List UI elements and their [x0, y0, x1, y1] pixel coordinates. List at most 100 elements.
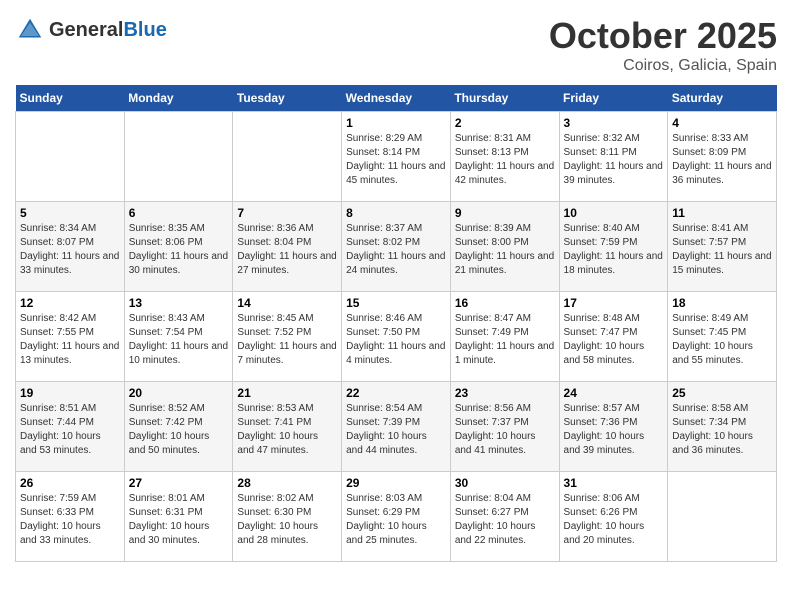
day-info: Sunrise: 8:51 AM Sunset: 7:44 PM Dayligh…	[20, 402, 120, 458]
calendar-cell: 4Sunrise: 8:33 AM Sunset: 8:09 PM Daylig…	[668, 112, 777, 202]
day-number: 26	[20, 476, 120, 490]
day-number: 2	[455, 116, 555, 130]
calendar-cell	[233, 112, 342, 202]
day-info: Sunrise: 8:49 AM Sunset: 7:45 PM Dayligh…	[672, 312, 772, 368]
day-number: 10	[564, 206, 664, 220]
day-info: Sunrise: 8:43 AM Sunset: 7:54 PM Dayligh…	[129, 312, 229, 368]
day-number: 11	[672, 206, 772, 220]
day-info: Sunrise: 8:58 AM Sunset: 7:34 PM Dayligh…	[672, 402, 772, 458]
day-info: Sunrise: 8:54 AM Sunset: 7:39 PM Dayligh…	[346, 402, 446, 458]
day-number: 4	[672, 116, 772, 130]
calendar-cell: 13 Sunrise: 8:43 AM Sunset: 7:54 PM Dayli…	[124, 292, 233, 382]
day-number: 5	[20, 206, 120, 220]
day-number: 13	[129, 296, 229, 310]
day-number: 6	[129, 206, 229, 220]
day-number: 17	[564, 296, 664, 310]
day-info: Sunrise: 8:52 AM Sunset: 7:42 PM Dayligh…	[129, 402, 229, 458]
day-info: Sunrise: 8:39 AM Sunset: 8:00 PM Dayligh…	[455, 222, 555, 278]
day-of-week-header: Thursday	[450, 85, 559, 112]
day-number: 9	[455, 206, 555, 220]
calendar-cell: 18Sunrise: 8:49 AM Sunset: 7:45 PM Dayli…	[668, 292, 777, 382]
day-number: 29	[346, 476, 446, 490]
calendar-cell: 26 Sunrise: 7:59 AM Sunset: 6:33 PM Dayli…	[16, 472, 125, 562]
day-info: Sunrise: 8:29 AM Sunset: 8:14 PM Dayligh…	[346, 132, 446, 188]
calendar-cell: 1 Sunrise: 8:29 AM Sunset: 8:14 PM Daylig…	[342, 112, 451, 202]
calendar-cell: 5 Sunrise: 8:34 AM Sunset: 8:07 PM Daylig…	[16, 202, 125, 292]
calendar-cell	[668, 472, 777, 562]
day-info: Sunrise: 8:56 AM Sunset: 7:37 PM Dayligh…	[455, 402, 555, 458]
day-info: Sunrise: 8:46 AM Sunset: 7:50 PM Dayligh…	[346, 312, 446, 368]
location-title: Coiros, Galicia, Spain	[549, 57, 777, 75]
calendar-week-row: 26 Sunrise: 7:59 AM Sunset: 6:33 PM Dayli…	[16, 472, 777, 562]
calendar-cell: 6Sunrise: 8:35 AM Sunset: 8:06 PM Daylig…	[124, 202, 233, 292]
day-info: Sunrise: 8:47 AM Sunset: 7:49 PM Dayligh…	[455, 312, 555, 368]
day-info: Sunrise: 8:34 AM Sunset: 8:07 PM Dayligh…	[20, 222, 120, 278]
logo-general-text: General	[49, 19, 123, 41]
day-number: 24	[564, 386, 664, 400]
calendar-cell: 28 Sunrise: 8:02 AM Sunset: 6:30 PM Dayli…	[233, 472, 342, 562]
day-of-week-header: Friday	[559, 85, 668, 112]
calendar-cell	[124, 112, 233, 202]
day-number: 12	[20, 296, 120, 310]
calendar-cell	[16, 112, 125, 202]
calendar-cell: 16 Sunrise: 8:47 AM Sunset: 7:49 PM Dayli…	[450, 292, 559, 382]
day-info: Sunrise: 8:40 AM Sunset: 7:59 PM Dayligh…	[564, 222, 664, 278]
calendar-cell: 2 Sunrise: 8:31 AM Sunset: 8:13 PM Daylig…	[450, 112, 559, 202]
day-info: Sunrise: 8:31 AM Sunset: 8:13 PM Dayligh…	[455, 132, 555, 188]
calendar-cell: 27Sunrise: 8:01 AM Sunset: 6:31 PM Dayli…	[124, 472, 233, 562]
calendar-cell: 17 Sunrise: 8:48 AM Sunset: 7:47 PM Dayli…	[559, 292, 668, 382]
calendar-week-row: 1 Sunrise: 8:29 AM Sunset: 8:14 PM Daylig…	[16, 112, 777, 202]
calendar-cell: 3 Sunrise: 8:32 AM Sunset: 8:11 PM Daylig…	[559, 112, 668, 202]
calendar-cell: 15Sunrise: 8:46 AM Sunset: 7:50 PM Dayli…	[342, 292, 451, 382]
month-title: October 2025	[549, 15, 777, 57]
day-number: 7	[237, 206, 337, 220]
day-number: 30	[455, 476, 555, 490]
calendar-cell: 24Sunrise: 8:57 AM Sunset: 7:36 PM Dayli…	[559, 382, 668, 472]
day-number: 20	[129, 386, 229, 400]
day-number: 19	[20, 386, 120, 400]
calendar-cell: 14Sunrise: 8:45 AM Sunset: 7:52 PM Dayli…	[233, 292, 342, 382]
day-info: Sunrise: 8:48 AM Sunset: 7:47 PM Dayligh…	[564, 312, 664, 368]
calendar-cell: 7 Sunrise: 8:36 AM Sunset: 8:04 PM Daylig…	[233, 202, 342, 292]
day-number: 28	[237, 476, 337, 490]
calendar-cell: 22Sunrise: 8:54 AM Sunset: 7:39 PM Dayli…	[342, 382, 451, 472]
calendar-cell: 21 Sunrise: 8:53 AM Sunset: 7:41 PM Dayli…	[233, 382, 342, 472]
day-number: 1	[346, 116, 446, 130]
day-of-week-header: Wednesday	[342, 85, 451, 112]
day-number: 3	[564, 116, 664, 130]
day-info: Sunrise: 8:06 AM Sunset: 6:26 PM Dayligh…	[564, 492, 664, 548]
day-info: Sunrise: 8:36 AM Sunset: 8:04 PM Dayligh…	[237, 222, 337, 278]
day-info: Sunrise: 8:42 AM Sunset: 7:55 PM Dayligh…	[20, 312, 120, 368]
day-info: Sunrise: 7:59 AM Sunset: 6:33 PM Dayligh…	[20, 492, 120, 548]
logo: GeneralBlue	[15, 15, 167, 45]
day-of-week-header: Sunday	[16, 85, 125, 112]
calendar-cell: 30 Sunrise: 8:04 AM Sunset: 6:27 PM Dayli…	[450, 472, 559, 562]
day-info: Sunrise: 8:53 AM Sunset: 7:41 PM Dayligh…	[237, 402, 337, 458]
calendar-table: SundayMondayTuesdayWednesdayThursdayFrid…	[15, 85, 777, 562]
day-number: 25	[672, 386, 772, 400]
calendar-cell: 20 Sunrise: 8:52 AM Sunset: 7:42 PM Dayli…	[124, 382, 233, 472]
logo-blue-text: Blue	[123, 19, 166, 41]
day-header-row: SundayMondayTuesdayWednesdayThursdayFrid…	[16, 85, 777, 112]
calendar-cell: 25 Sunrise: 8:58 AM Sunset: 7:34 PM Dayli…	[668, 382, 777, 472]
day-number: 16	[455, 296, 555, 310]
day-number: 21	[237, 386, 337, 400]
day-of-week-header: Monday	[124, 85, 233, 112]
day-info: Sunrise: 8:04 AM Sunset: 6:27 PM Dayligh…	[455, 492, 555, 548]
day-info: Sunrise: 8:02 AM Sunset: 6:30 PM Dayligh…	[237, 492, 337, 548]
calendar-week-row: 19 Sunrise: 8:51 AM Sunset: 7:44 PM Dayli…	[16, 382, 777, 472]
day-info: Sunrise: 8:32 AM Sunset: 8:11 PM Dayligh…	[564, 132, 664, 188]
calendar-cell: 29 Sunrise: 8:03 AM Sunset: 6:29 PM Dayli…	[342, 472, 451, 562]
calendar-cell: 19 Sunrise: 8:51 AM Sunset: 7:44 PM Dayli…	[16, 382, 125, 472]
day-number: 23	[455, 386, 555, 400]
day-info: Sunrise: 8:03 AM Sunset: 6:29 PM Dayligh…	[346, 492, 446, 548]
day-info: Sunrise: 8:41 AM Sunset: 7:57 PM Dayligh…	[672, 222, 772, 278]
calendar-cell: 8Sunrise: 8:37 AM Sunset: 8:02 PM Daylig…	[342, 202, 451, 292]
day-of-week-header: Saturday	[668, 85, 777, 112]
day-info: Sunrise: 8:37 AM Sunset: 8:02 PM Dayligh…	[346, 222, 446, 278]
calendar-week-row: 5 Sunrise: 8:34 AM Sunset: 8:07 PM Daylig…	[16, 202, 777, 292]
page-header: GeneralBlue October 2025 Coiros, Galicia…	[15, 15, 777, 75]
day-number: 27	[129, 476, 229, 490]
day-number: 14	[237, 296, 337, 310]
calendar-cell: 31Sunrise: 8:06 AM Sunset: 6:26 PM Dayli…	[559, 472, 668, 562]
